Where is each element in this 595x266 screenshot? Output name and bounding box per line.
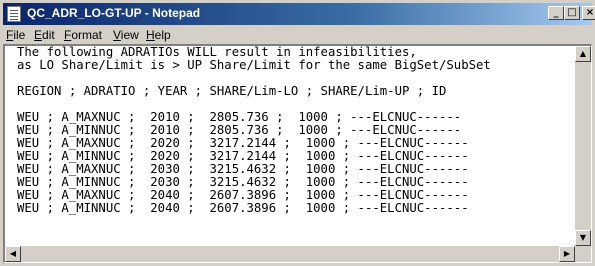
menu-edit[interactable]: Edit bbox=[34, 28, 55, 42]
scroll-left-button[interactable]: ◀ bbox=[5, 246, 21, 262]
text-line: WEU ; A_MINNUC ; 2040 ; 2607.3896 ; 1000… bbox=[17, 201, 469, 215]
menu-file[interactable]: File bbox=[6, 28, 25, 42]
scroll-up-button[interactable]: ▲ bbox=[575, 46, 591, 62]
title-bar[interactable]: QC_ADR_LO-GT-UP - Notepad _ □ × bbox=[3, 3, 595, 25]
scroll-right-button[interactable]: ▶ bbox=[559, 246, 575, 262]
menu-bar: File Edit Format View Help bbox=[3, 26, 592, 44]
notepad-icon[interactable] bbox=[7, 6, 21, 22]
maximize-button[interactable]: □ bbox=[564, 6, 580, 20]
window-title: QC_ADR_LO-GT-UP - Notepad bbox=[27, 6, 201, 20]
text-line: REGION ; ADRATIO ; YEAR ; SHARE/Lim-LO ;… bbox=[17, 84, 447, 98]
minimize-button[interactable]: _ bbox=[548, 6, 564, 20]
close-button[interactable]: × bbox=[582, 6, 595, 20]
menu-format[interactable]: Format bbox=[64, 28, 102, 42]
resize-grip[interactable] bbox=[575, 246, 591, 262]
text-line: as LO Share/Limit is > UP Share/Limit fo… bbox=[17, 58, 491, 72]
scroll-down-button[interactable]: ▼ bbox=[575, 230, 591, 246]
vertical-scrollbar[interactable]: ▲ ▼ bbox=[575, 46, 591, 246]
menu-view[interactable]: View bbox=[113, 28, 139, 42]
menu-help[interactable]: Help bbox=[146, 28, 171, 42]
horizontal-scrollbar[interactable]: ◀ ▶ bbox=[5, 246, 575, 262]
document-text[interactable]: The following ADRATIOs WILL result in in… bbox=[17, 46, 572, 242]
notepad-window: QC_ADR_LO-GT-UP - Notepad _ □ × File Edi… bbox=[0, 0, 595, 266]
text-editor[interactable]: The following ADRATIOs WILL result in in… bbox=[3, 44, 592, 263]
